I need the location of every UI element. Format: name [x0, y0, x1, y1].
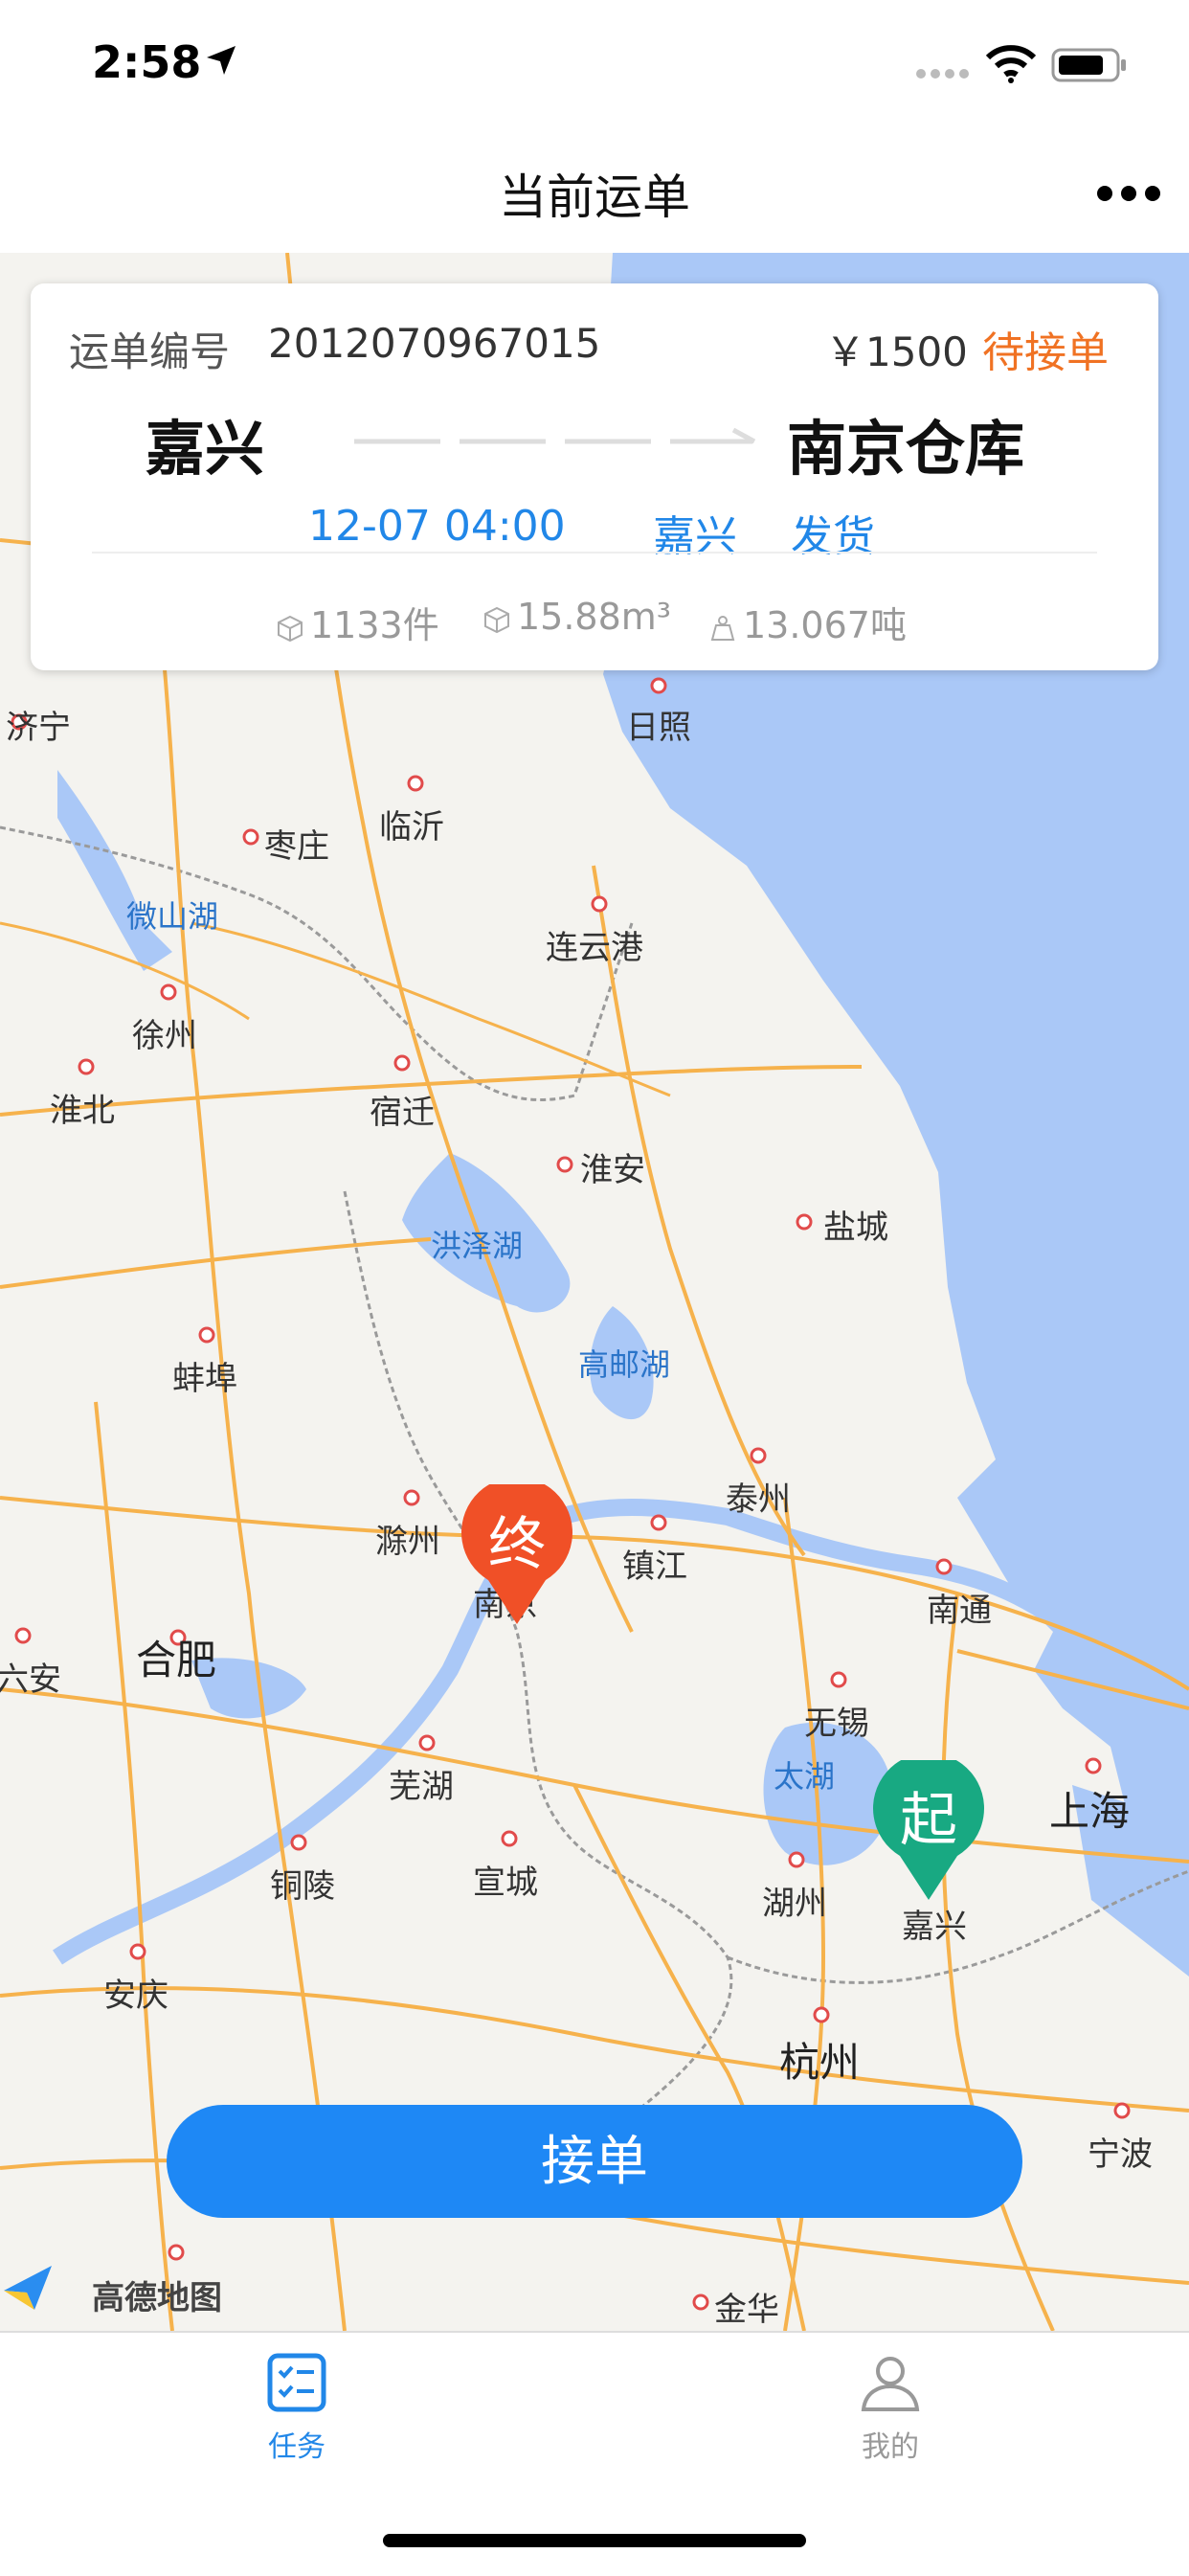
city-label: 淮北 — [50, 1092, 115, 1130]
lake-label: 洪泽湖 — [431, 1228, 524, 1264]
city-label-major: 合肥 — [136, 1637, 217, 1683]
map-provider-logo: 高德地图 — [92, 2279, 222, 2317]
lake-label: 太湖 — [774, 1758, 836, 1795]
volume-stat: 15.88m³ — [482, 596, 671, 638]
order-card[interactable]: 运单编号 2012070967015 ￥1500 待接单 嘉兴 南京仓库 12-… — [31, 283, 1158, 670]
city-label: 蚌埠 — [172, 1360, 237, 1398]
tab-mine-label: 我的 — [862, 2430, 919, 2464]
card-divider — [92, 552, 1097, 554]
route-origin: 嘉兴 — [146, 414, 265, 484]
accept-order-button[interactable]: 接单 — [167, 2105, 1022, 2218]
city-label: 嘉兴 — [902, 1908, 967, 1946]
city-label: 六安 — [0, 1661, 61, 1699]
city-label: 铜陵 — [270, 1867, 335, 1906]
wifi-icon — [985, 45, 1037, 83]
route-destination: 南京仓库 — [787, 414, 1025, 484]
city-label: 安庆 — [103, 1977, 168, 2015]
city-label: 滁州 — [375, 1523, 440, 1561]
pickup-city: 嘉兴 — [653, 512, 737, 561]
city-label: 济宁 — [6, 709, 71, 747]
signal-icon — [916, 69, 969, 79]
city-label: 宁波 — [1088, 2135, 1153, 2174]
order-price: ￥1500 — [825, 328, 968, 375]
amap-logo-icon — [4, 2266, 52, 2310]
task-list-icon — [267, 2353, 326, 2412]
route-arrow-icon — [354, 427, 756, 444]
battery-icon — [1051, 48, 1126, 82]
volume-value: 15.88m³ — [517, 596, 672, 638]
city-label: 徐州 — [132, 1017, 197, 1055]
pieces-stat: 1133件 — [276, 596, 439, 648]
nav-bar: 当前运单 — [0, 126, 1189, 253]
city-label: 枣庄 — [264, 827, 329, 866]
city-label: 无锡 — [804, 1705, 869, 1743]
city-label: 金华 — [714, 2291, 779, 2329]
page-title: 当前运单 — [499, 169, 690, 225]
city-label: 临沂 — [379, 808, 444, 847]
lake-label: 微山湖 — [126, 898, 219, 935]
city-label: 南通 — [927, 1592, 992, 1630]
pickup-action: 发货 — [791, 512, 875, 561]
weight-icon — [710, 615, 735, 641]
end-marker-label: 终 — [488, 1511, 546, 1578]
pickup-time: 12-07 04:00 — [308, 502, 566, 551]
order-number: 2012070967015 — [268, 320, 601, 367]
city-label: 湖州 — [762, 1885, 827, 1923]
city-label-major: 上海 — [1049, 1788, 1131, 1835]
weight-value: 13.067吨 — [743, 604, 907, 646]
tab-tasks[interactable]: 任务 — [201, 2352, 393, 2465]
city-label: 淮安 — [580, 1151, 645, 1189]
city-label: 芜湖 — [389, 1768, 454, 1806]
order-status: 待接单 — [982, 328, 1109, 377]
more-icon[interactable] — [1095, 184, 1162, 203]
box-icon — [278, 615, 303, 642]
city-label-major: 杭州 — [779, 2039, 861, 2086]
city-label: 泰州 — [726, 1480, 791, 1519]
city-label: 盐城 — [823, 1209, 888, 1247]
location-arrow-icon — [207, 46, 236, 75]
user-icon — [861, 2357, 920, 2411]
city-label: 镇江 — [622, 1548, 687, 1586]
order-number-label: 运单编号 — [69, 328, 231, 375]
cube-icon — [484, 606, 509, 633]
city-label: 宣城 — [473, 1864, 538, 1902]
status-bar: 2:58 — [0, 0, 1189, 126]
city-label: 连云港 — [546, 929, 643, 967]
tab-tasks-label: 任务 — [268, 2430, 325, 2464]
lake-label: 高邮湖 — [578, 1346, 671, 1383]
start-marker-label: 起 — [900, 1787, 957, 1854]
weight-stat: 13.067吨 — [708, 596, 907, 648]
city-label: 宿迁 — [370, 1094, 435, 1132]
tab-mine[interactable]: 我的 — [795, 2352, 986, 2465]
status-time: 2:58 — [92, 36, 202, 88]
pieces-value: 1133件 — [310, 604, 439, 646]
city-label: 日照 — [626, 709, 691, 747]
home-indicator — [383, 2534, 806, 2547]
